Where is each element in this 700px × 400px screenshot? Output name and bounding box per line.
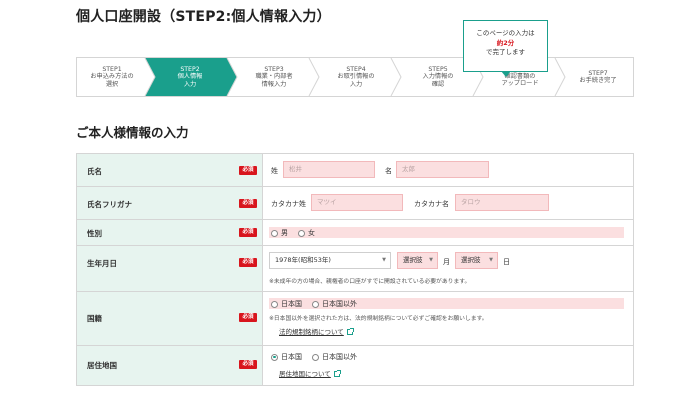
kana-mei-label: カタカナ名 — [414, 200, 449, 208]
section-title: ご本人様情報の入力 — [76, 125, 189, 140]
step-label: 確認書類の — [504, 72, 536, 80]
residence-other-label[interactable]: 日本国以外 — [322, 352, 357, 362]
label-cell: 性別 必須 — [77, 220, 263, 245]
step-3: STEP3 職業・内部者 情報入力 — [235, 58, 313, 96]
tooltip-line3: で完了します — [486, 48, 525, 56]
required-badge: 必須 — [239, 228, 257, 237]
step-7: STEP7 お手続き完了 — [563, 58, 633, 96]
field-label-nationality: 国籍 — [87, 314, 102, 323]
field-label-birthday: 生年月日 — [87, 259, 117, 268]
step-label: お申込み方法の — [90, 73, 134, 81]
time-estimate-tooltip: このページの入力は 約2分 で完了します — [463, 20, 548, 77]
nationality-radio-group: 日本国 日本国以外 — [271, 299, 367, 309]
last-name-input[interactable]: 松井 — [283, 161, 375, 178]
form-row-birthday: 生年月日 必須 1978年(昭和53年) ▼ 選択肢 ▼ 月 選択肢 ▼ 日 ※… — [76, 246, 634, 292]
step-label: お手続き完了 — [579, 77, 617, 84]
form-row-gender: 性別 必須 男 女 — [76, 220, 634, 246]
birth-year-select[interactable]: 1978年(昭和53年) ▼ — [269, 252, 391, 269]
field-cell: 姓 松井 名 太郎 — [263, 154, 633, 186]
label-cell: 居住地国 必須 — [77, 346, 263, 385]
field-cell: 日本国 日本国以外 居住地国について — [263, 346, 633, 385]
form-row-kana: 氏名フリガナ 必須 カタカナ姓 マツイ カタカナ名 タロウ — [76, 187, 634, 220]
nationality-other-radio[interactable] — [312, 300, 319, 308]
required-badge: 必須 — [239, 313, 257, 322]
birth-year-value: 1978年(昭和53年) — [275, 256, 331, 264]
nationality-note: ※日本国以外を選択された方は、法的規制銘柄について必ずご確認をお願いします。 — [269, 316, 488, 322]
tooltip-line1: このページの入力は — [476, 29, 535, 37]
required-badge: 必須 — [239, 360, 257, 369]
mei-label: 名 — [385, 167, 392, 175]
label-cell: 国籍 必須 — [77, 292, 263, 345]
required-badge: 必須 — [239, 258, 257, 267]
form-row-name: 氏名 必須 姓 松井 名 太郎 — [76, 154, 634, 187]
chevron-down-icon: ▼ — [382, 257, 386, 263]
form-row-residence: 居住地国 必須 日本国 日本国以外 居住地国について — [76, 346, 634, 386]
birth-day-value: 選択肢 — [461, 256, 481, 264]
step-label: お取引情報の — [337, 73, 375, 81]
day-unit: 日 — [503, 258, 510, 266]
field-label-residence: 居住地国 — [87, 361, 117, 370]
step-4: STEP4 お取引情報の 入力 — [317, 58, 395, 96]
step-2-current: STEP2 個人情報 入力 — [151, 58, 229, 96]
last-name-kana-input[interactable]: マツイ — [311, 194, 403, 211]
residence-radio-group: 日本国 日本国以外 — [271, 352, 367, 362]
form-row-nationality: 国籍 必須 日本国 日本国以外 ※日本国以外を選択された方は、法的規制銘柄につい… — [76, 292, 634, 346]
step-label: アップロード — [501, 80, 539, 87]
field-cell: 日本国 日本国以外 ※日本国以外を選択された方は、法的規制銘柄について必ずご確認… — [263, 292, 633, 345]
required-badge: 必須 — [239, 166, 257, 175]
chevron-down-icon: ▼ — [489, 257, 493, 263]
birth-month-select[interactable]: 選択肢 ▼ — [397, 252, 438, 269]
first-name-kana-input[interactable]: タロウ — [455, 194, 549, 211]
birth-month-value: 選択肢 — [403, 256, 423, 264]
step-label: 選択 — [105, 80, 119, 88]
external-link-icon — [333, 370, 341, 377]
personal-info-form: 氏名 必須 姓 松井 名 太郎 氏名フリガナ 必須 カタカナ姓 マツイ カタカナ… — [76, 153, 634, 386]
tooltip-duration: 約2分 — [496, 38, 515, 47]
step-1: STEP1 お申込み方法の 選択 — [77, 58, 147, 96]
birth-day-select[interactable]: 選択肢 ▼ — [455, 252, 498, 269]
field-cell: 1978年(昭和53年) ▼ 選択肢 ▼ 月 選択肢 ▼ 日 ※未成年の方の場合… — [263, 246, 633, 291]
field-label-name: 氏名 — [87, 167, 102, 176]
month-unit: 月 — [443, 258, 450, 266]
step-progress-bar: STEP1 お申込み方法の 選択 STEP2 個人情報 入力 STEP3 職業・… — [76, 57, 634, 97]
residence-japan-label[interactable]: 日本国 — [281, 352, 302, 362]
residence-country-link-text[interactable]: 居住地国について — [279, 370, 331, 378]
step-label: 確認 — [431, 80, 445, 88]
nationality-japan-label[interactable]: 日本国 — [281, 299, 302, 309]
first-name-input[interactable]: 太郎 — [396, 161, 489, 178]
gender-female-radio[interactable] — [298, 229, 305, 237]
residence-other-radio[interactable] — [312, 353, 319, 361]
step-label: 入力 — [183, 80, 197, 88]
field-cell: カタカナ姓 マツイ カタカナ名 タロウ — [263, 187, 633, 219]
label-cell: 生年月日 必須 — [77, 246, 263, 291]
label-cell: 氏名 必須 — [77, 154, 263, 186]
step-label: 情報入力 — [261, 80, 287, 88]
residence-japan-radio[interactable] — [271, 353, 278, 361]
step-number: STEP7 — [588, 69, 608, 77]
field-cell: 男 女 — [263, 220, 633, 245]
field-label-gender: 性別 — [87, 229, 102, 238]
field-label-kana: 氏名フリガナ — [87, 200, 132, 209]
step-label: 職業・内部者 — [255, 73, 293, 81]
gender-female-label[interactable]: 女 — [308, 228, 315, 238]
birthday-note: ※未成年の方の場合、親権者の口座がすでに開設されている必要があります。 — [269, 279, 471, 285]
chevron-down-icon: ▼ — [429, 257, 433, 263]
kana-sei-label: カタカナ姓 — [271, 200, 306, 208]
step-label: 個人情報 — [177, 73, 203, 81]
required-badge: 必須 — [239, 199, 257, 208]
step-label: 入力 — [349, 80, 363, 88]
residence-country-link[interactable]: 居住地国について — [279, 368, 341, 378]
page-title: 個人口座開設（STEP2:個人情報入力） — [76, 9, 331, 25]
sei-label: 姓 — [271, 167, 278, 175]
label-cell: 氏名フリガナ 必須 — [77, 187, 263, 219]
nationality-japan-radio[interactable] — [271, 300, 278, 308]
nationality-other-label[interactable]: 日本国以外 — [322, 299, 357, 309]
gender-male-radio[interactable] — [271, 229, 278, 237]
gender-male-label[interactable]: 男 — [281, 228, 288, 238]
regulated-stocks-link[interactable]: 法的規制銘柄について — [279, 326, 354, 336]
step-label: 入力情報の — [422, 73, 454, 81]
regulated-stocks-link-text[interactable]: 法的規制銘柄について — [279, 328, 344, 336]
gender-radio-group: 男 女 — [271, 228, 325, 238]
external-link-icon — [346, 328, 354, 335]
